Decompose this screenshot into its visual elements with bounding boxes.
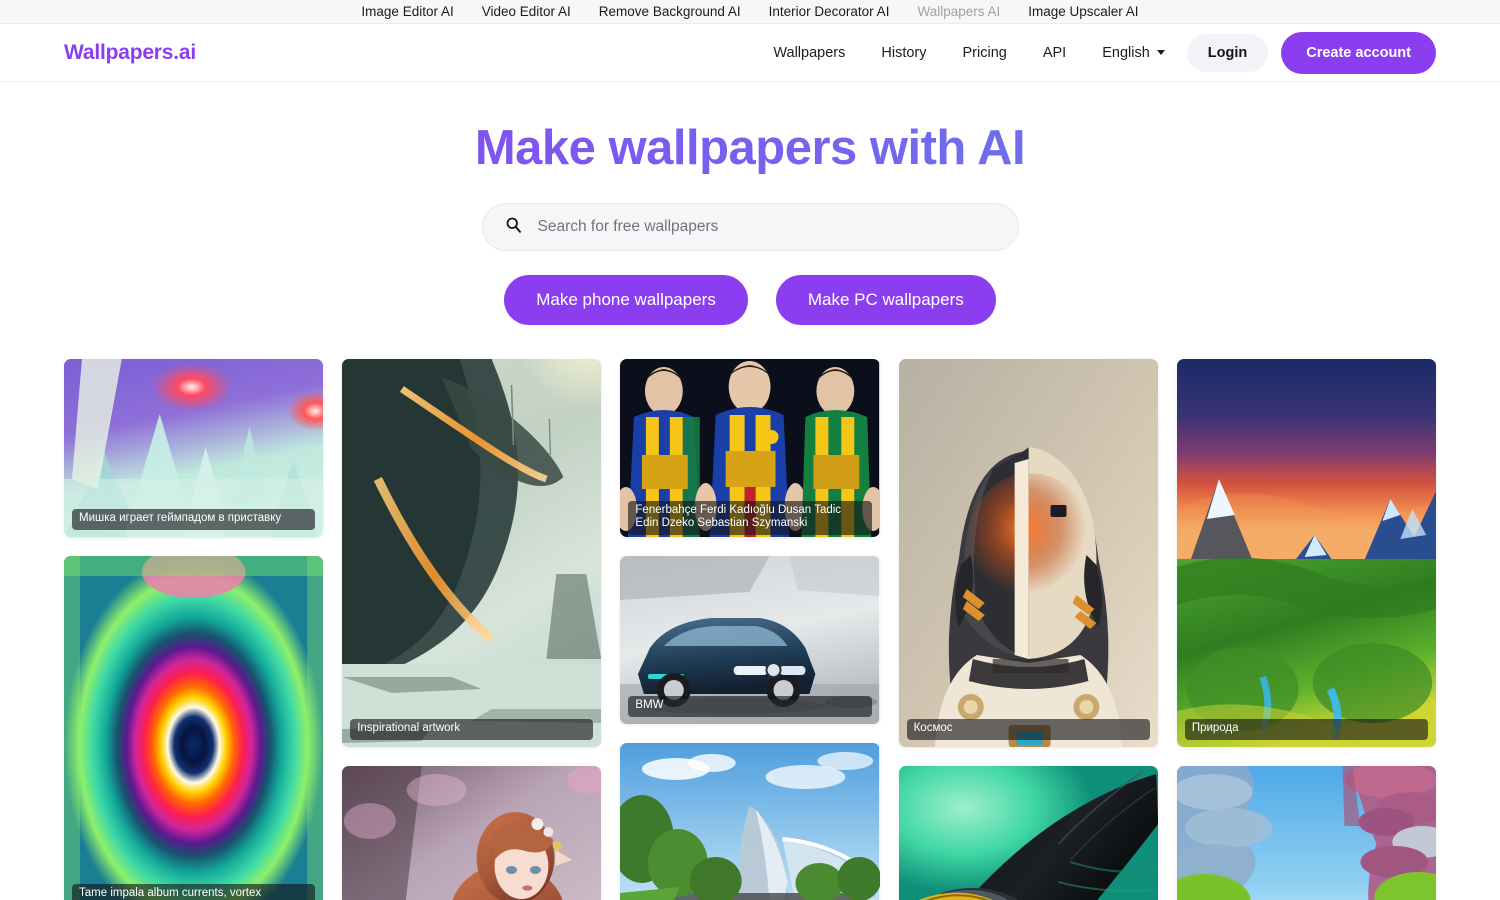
topbar-link-wallpapers-ai[interactable]: Wallpapers AI — [917, 5, 1000, 19]
nav-link-pricing[interactable]: Pricing — [945, 37, 1025, 69]
wallpaper-caption: Природа — [1184, 719, 1429, 740]
make-phone-wallpapers-button[interactable]: Make phone wallpapers — [504, 274, 748, 325]
gallery-column: Мишка играет геймпадом в приставку Tame … — [64, 358, 324, 900]
search-input[interactable] — [537, 217, 996, 236]
login-button[interactable]: Login — [1186, 33, 1269, 72]
wallpaper-caption: BMW — [628, 696, 872, 717]
search-icon — [505, 216, 522, 238]
gallery-column: Космос — [898, 358, 1158, 900]
wallpaper-tile[interactable] — [898, 765, 1158, 900]
wallpaper-tile[interactable]: BMW — [620, 555, 880, 724]
topbar-link-remove-background-ai[interactable]: Remove Background AI — [599, 5, 741, 19]
wallpaper-tile[interactable]: Природа — [1176, 358, 1437, 747]
topbar-link-image-editor-ai[interactable]: Image Editor AI — [361, 5, 453, 19]
wallpaper-tile[interactable] — [620, 742, 880, 900]
top-utility-bar: Image Editor AI Video Editor AI Remove Bac… — [0, 0, 1500, 24]
chevron-down-icon — [1156, 50, 1165, 55]
wallpaper-caption: Inspirational artwork — [350, 719, 594, 740]
wallpaper-tile[interactable]: Inspirational artwork — [342, 358, 602, 747]
wallpaper-tile[interactable]: Fenerbahçe Ferdi Kadıoğlu Dusan Tadic Ed… — [620, 358, 880, 537]
wallpaper-tile[interactable]: Tame impala album currents, vortex shedd… — [64, 555, 324, 900]
site-logo[interactable]: Wallpapers.ai — [64, 41, 196, 65]
wallpaper-image-fantasy-trees — [1176, 765, 1437, 900]
wallpaper-image-anime-girl-blossom — [342, 765, 602, 900]
language-selector[interactable]: English — [1084, 37, 1179, 69]
create-account-button[interactable]: Create account — [1281, 31, 1436, 74]
wallpaper-caption: Космос — [906, 719, 1150, 740]
main-navbar: Wallpapers.ai Wallpapers History Pricing AP… — [0, 24, 1500, 82]
wallpaper-image-psychedelic-vortex — [64, 555, 324, 900]
wallpaper-tile[interactable]: ⬚⬚⬚⬚⬚ ⬚⬚⬚⬚⬚⬚⬚⬚⬚⬚ — [342, 765, 602, 900]
wallpaper-image-black-bird — [898, 765, 1158, 900]
wallpaper-caption: Мишка играет геймпадом в приставку — [72, 509, 316, 530]
page-title: Make wallpapers with AI — [0, 121, 1500, 176]
topbar-link-image-upscaler-ai[interactable]: Image Upscaler AI — [1028, 5, 1138, 19]
gallery-column: Fenerbahçe Ferdi Kadıoğlu Dusan Tadic Ed… — [620, 358, 880, 900]
make-pc-wallpapers-button[interactable]: Make PC wallpapers — [775, 274, 996, 325]
gallery-column: Inspirational artwork — [342, 358, 602, 900]
wallpaper-image-green-architecture — [620, 742, 880, 900]
navbar-right-group: Wallpapers History Pricing API English Logi… — [755, 31, 1436, 74]
wallpaper-caption: Fenerbahçe Ferdi Kadıoğlu Dusan Tadic Ed… — [628, 500, 872, 535]
language-label: English — [1102, 44, 1150, 61]
wallpaper-tile[interactable] — [1176, 765, 1437, 900]
nav-link-history[interactable]: History — [863, 37, 944, 69]
search-bar[interactable] — [481, 202, 1019, 251]
topbar-link-interior-decorator-ai[interactable]: Interior Decorator AI — [769, 5, 890, 19]
wallpaper-caption: Tame impala album currents, vortex shedd… — [72, 884, 316, 900]
wallpaper-image-astronaut-helmet — [898, 358, 1158, 747]
hero-section: Make wallpapers with AI Make phone wallp… — [0, 82, 1500, 325]
gallery-column: Природа — [1176, 358, 1437, 900]
wallpaper-tile[interactable]: Мишка играет геймпадом в приставку — [64, 358, 324, 537]
nav-link-wallpapers[interactable]: Wallpapers — [755, 37, 863, 69]
topbar-link-video-editor-ai[interactable]: Video Editor AI — [482, 5, 571, 19]
cta-button-row: Make phone wallpapers Make PC wallpapers — [0, 274, 1500, 325]
nav-link-api[interactable]: API — [1025, 37, 1084, 69]
wallpaper-gallery: Мишка играет геймпадом в приставку Tame … — [64, 358, 1437, 900]
wallpaper-tile[interactable]: Космос — [898, 358, 1158, 747]
wallpaper-image-nature-mountains — [1176, 358, 1437, 747]
wallpaper-image-inspirational-cliff — [342, 358, 602, 747]
